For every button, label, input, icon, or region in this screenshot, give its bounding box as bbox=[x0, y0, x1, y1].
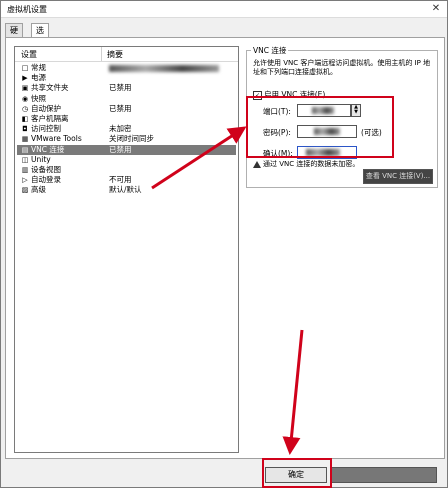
row-icon: ▷ bbox=[22, 176, 28, 185]
row-icon: ◉ bbox=[21, 94, 29, 103]
tab-options[interactable]: 选项 bbox=[31, 23, 49, 48]
window-title: 虚拟机设置 bbox=[7, 5, 47, 14]
row-icon: ◧ bbox=[21, 115, 29, 123]
row-label: 高级 bbox=[31, 185, 46, 195]
vnc-group-title: VNC 连接 bbox=[251, 45, 289, 56]
row-label: 常规 bbox=[31, 63, 46, 72]
encryption-warning: 通过 VNC 连接的数据未加密。 bbox=[253, 159, 359, 169]
settings-row[interactable]: ▣ 共享文件夹 已禁用 bbox=[17, 83, 236, 93]
settings-row[interactable]: ▤ VNC 连接 已禁用 bbox=[17, 144, 236, 155]
column-setting[interactable]: 设置 bbox=[21, 49, 37, 60]
row-label: 设备视图 bbox=[31, 165, 61, 174]
title-bar: 虚拟机设置 ✕ bbox=[1, 1, 447, 18]
annotation-highlight-fields bbox=[246, 96, 394, 158]
row-icon: ◷ bbox=[21, 104, 29, 113]
settings-row[interactable]: ◷ 自动保护 已禁用 bbox=[17, 104, 236, 114]
row-summary: 未加密 bbox=[109, 124, 132, 134]
view-vnc-connections-button[interactable]: 查看 VNC 连接(V)... bbox=[363, 169, 433, 184]
row-summary: 已禁用 bbox=[109, 83, 132, 93]
row-summary: 已禁用 bbox=[109, 144, 132, 154]
settings-row[interactable]: ▶ 电源 bbox=[17, 73, 236, 83]
row-label: 自动登录 bbox=[31, 175, 61, 185]
row-icon: □ bbox=[21, 64, 29, 72]
row-label: 快照 bbox=[31, 93, 46, 103]
warning-icon bbox=[253, 160, 261, 168]
row-summary: 已禁用 bbox=[109, 103, 132, 113]
row-icon: ▨ bbox=[21, 186, 29, 195]
settings-row[interactable]: ◘ 访问控制 未加密 bbox=[17, 124, 236, 134]
column-summary[interactable]: 摘要 bbox=[107, 49, 123, 60]
row-icon: ▤ bbox=[21, 145, 29, 154]
settings-list[interactable]: 设置 摘要 □ 常规 ▶ 电源 ▣ 共享文件夹 已禁用 ◉ 快照 ◷ 自动保护 已禁用 ◧ 客户机隔离 ◘ 访… bbox=[14, 46, 239, 453]
row-icon: ◘ bbox=[22, 125, 28, 134]
tab-hardware[interactable]: 硬件 bbox=[5, 23, 23, 48]
row-label: Unity bbox=[31, 154, 51, 164]
row-label: 客户机隔离 bbox=[31, 114, 69, 123]
row-label: VMware Tools bbox=[31, 134, 82, 144]
settings-row[interactable]: ◉ 快照 bbox=[17, 94, 236, 104]
row-summary: 不可用 bbox=[109, 175, 132, 185]
settings-row[interactable]: ▷ 自动登录 不可用 bbox=[17, 175, 236, 185]
settings-row[interactable]: ▦ VMware Tools 关闭时间同步 bbox=[17, 134, 236, 144]
settings-window: 虚拟机设置 ✕ 硬件 选项 设置 摘要 □常规▶电源▣共享文件夹已禁用◉快照◷自… bbox=[0, 0, 448, 488]
row-summary: 关闭时间同步 bbox=[109, 134, 154, 144]
settings-row[interactable]: ◧ 客户机隔离 bbox=[17, 114, 236, 124]
cancel-button[interactable] bbox=[331, 467, 437, 483]
row-label: 访问控制 bbox=[31, 124, 61, 134]
row-icon: ▦ bbox=[21, 135, 29, 144]
row-icon: ▶ bbox=[22, 74, 28, 83]
row-label: VNC 连接 bbox=[31, 144, 65, 154]
settings-row[interactable]: ◫ Unity bbox=[17, 155, 236, 165]
row-icon: ▥ bbox=[21, 166, 29, 174]
row-label: 电源 bbox=[31, 73, 46, 83]
list-header: 设置 摘要 bbox=[15, 47, 238, 62]
row-label: 共享文件夹 bbox=[31, 83, 69, 93]
vnc-description: 允许使用 VNC 客户端远程访问虚拟机。使用主机的 IP 地址和下列端口连接虚拟… bbox=[253, 59, 431, 76]
row-icon: ▣ bbox=[21, 84, 29, 93]
settings-row[interactable]: ▨ 高级 默认/默认 bbox=[17, 185, 236, 195]
row-summary: 默认/默认 bbox=[109, 185, 142, 195]
annotation-highlight-ok bbox=[262, 458, 332, 488]
redacted-summary bbox=[109, 65, 219, 72]
row-icon: ◫ bbox=[21, 155, 29, 164]
close-icon[interactable]: ✕ bbox=[429, 2, 443, 15]
settings-row[interactable]: □ 常规 bbox=[17, 63, 236, 73]
settings-row[interactable]: ▥ 设备视图 bbox=[17, 165, 236, 175]
row-label: 自动保护 bbox=[31, 103, 61, 113]
